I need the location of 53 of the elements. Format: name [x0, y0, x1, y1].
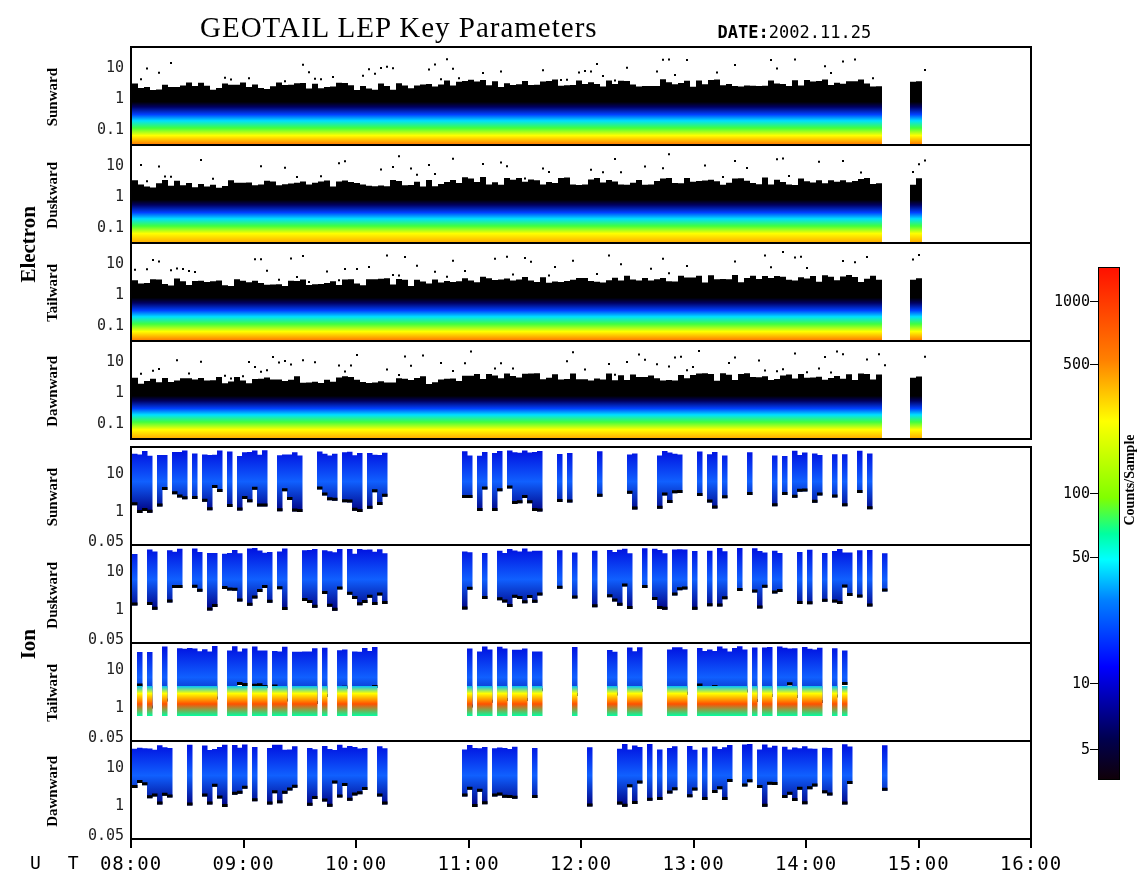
x-tick-label: 14:00: [774, 852, 838, 874]
colorbar-tick-label: 1000: [1053, 292, 1090, 311]
y-tick-label: 0.05: [87, 826, 124, 845]
y-tick-label: 1: [114, 284, 124, 303]
x-tick-label: 10:00: [324, 852, 388, 874]
y-tick-label: 0.1: [96, 120, 124, 139]
colorbar-tick-label: 50: [1071, 547, 1090, 566]
group-label: Electron: [15, 205, 41, 283]
y-tick-label: 0.1: [96, 218, 124, 237]
y-tick-label: 1: [114, 88, 124, 107]
x-tick-label: 08:00: [99, 852, 163, 874]
y-tick-label: 10: [105, 463, 124, 482]
direction-label: Tailward: [43, 664, 61, 722]
direction-label: Sunward: [43, 467, 61, 527]
colorbar-tick-label: 5: [1080, 740, 1090, 759]
date-text: DATE:2002.11.25: [717, 22, 872, 44]
x-tick-label: 11:00: [437, 852, 500, 874]
y-tick-label: 10: [105, 253, 124, 272]
x-tick-label: 09:00: [212, 852, 275, 874]
colorbar-tick-label: 10: [1071, 673, 1090, 692]
y-tick-label: 0.05: [87, 532, 124, 551]
y-tick-label: 10: [105, 351, 124, 370]
y-tick-label: 1: [114, 697, 124, 716]
colorbar-tick-label: 500: [1062, 355, 1090, 374]
colorbar-tick-label: 100: [1062, 483, 1090, 502]
direction-label: Tailward: [43, 264, 61, 322]
y-tick-label: 10: [105, 659, 124, 678]
y-tick-label: 0.1: [96, 316, 124, 335]
y-tick-label: 0.1: [96, 414, 124, 433]
y-tick-label: 1: [114, 599, 124, 618]
direction-label: Dawnward: [43, 355, 61, 427]
axis-label: U T: [30, 852, 87, 873]
x-tick-label: 13:00: [662, 852, 725, 874]
direction-label: Duskward: [43, 161, 61, 229]
direction-label: Sunward: [43, 67, 61, 127]
y-tick-label: 1: [114, 186, 124, 205]
group-label: Ion: [15, 628, 41, 660]
x-tick-label: 15:00: [887, 852, 950, 874]
y-tick-label: 10: [105, 57, 124, 76]
direction-label: Dawnward: [43, 755, 61, 827]
y-tick-label: 10: [105, 561, 124, 580]
y-tick-label: 1: [114, 382, 124, 401]
colorbar-label: Counts/Sample: [1122, 434, 1138, 526]
x-tick-label: 12:00: [549, 852, 613, 874]
x-tick-label: 16:00: [999, 852, 1063, 874]
y-tick-label: 1: [114, 795, 124, 814]
y-tick-label: 0.05: [87, 728, 124, 747]
y-tick-label: 10: [105, 757, 124, 776]
y-tick-label: 10: [105, 155, 124, 174]
direction-label: Duskward: [43, 561, 61, 629]
y-tick-label: 1: [114, 501, 124, 520]
chart-title: GEOTAIL LEP Key Parameters: [200, 13, 598, 45]
y-tick-label: 0.05: [87, 630, 124, 649]
